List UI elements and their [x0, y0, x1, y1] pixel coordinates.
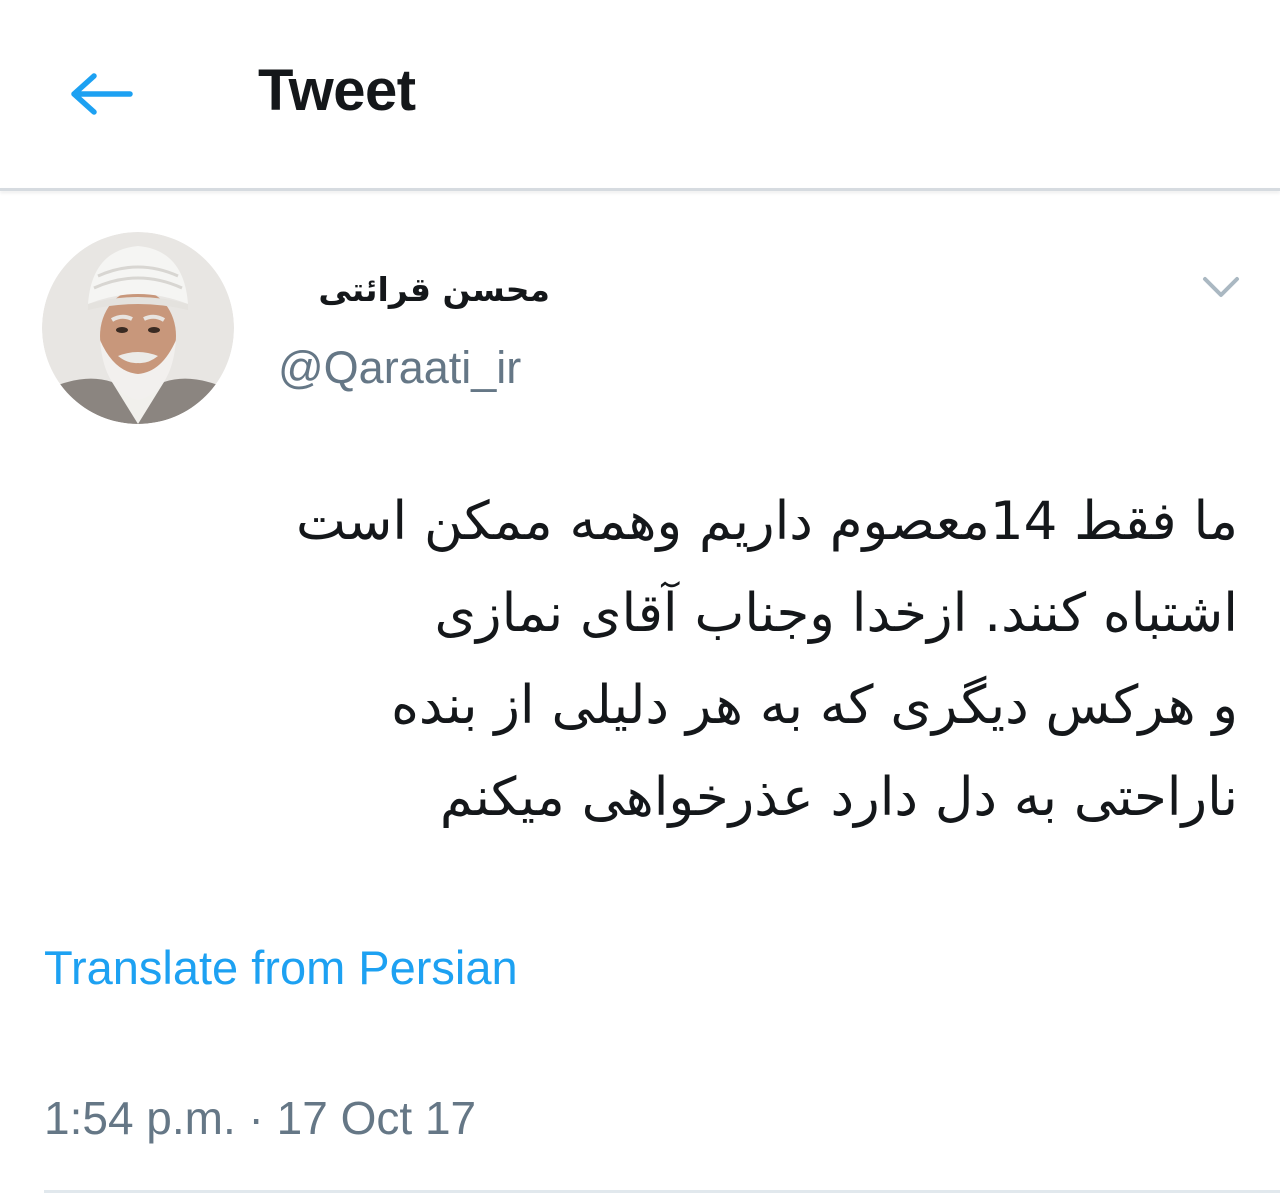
bottom-divider — [44, 1190, 1280, 1193]
tweet-text-line: اشتباه کنند. ازخدا وجناب آقای نمازی — [434, 583, 1239, 644]
avatar-photo — [42, 232, 234, 424]
translate-link[interactable]: Translate from Persian — [44, 938, 518, 998]
author-display-name[interactable]: محسن قرائتی — [318, 262, 550, 318]
tweet-menu-button[interactable] — [1196, 262, 1246, 312]
author-handle[interactable]: @Qaraati_ir — [278, 340, 521, 396]
header-divider — [0, 188, 1280, 191]
page-title: Tweet — [258, 58, 416, 123]
tweet-timestamp: 1:54 p.m. · 17 Oct 17 — [44, 1092, 477, 1144]
tweet-text-line: ما فقط 14معصوم داریم وهمه ممکن است — [295, 491, 1238, 552]
chevron-down-icon — [1203, 277, 1239, 297]
back-button[interactable] — [60, 58, 144, 130]
top-bar: Tweet — [0, 0, 1280, 188]
tweet-text-line: و هرکس دیگری که به هر دلیلی از بنده — [391, 675, 1238, 736]
tweet-text-line: ناراحتی به دل دارد عذرخواهی میکنم — [439, 767, 1238, 828]
tweet-text: ما فقط 14معصوم داریم وهمه ممکن است اشتبا… — [40, 476, 1238, 844]
arrow-left-icon — [71, 73, 133, 115]
avatar[interactable] — [42, 232, 234, 424]
